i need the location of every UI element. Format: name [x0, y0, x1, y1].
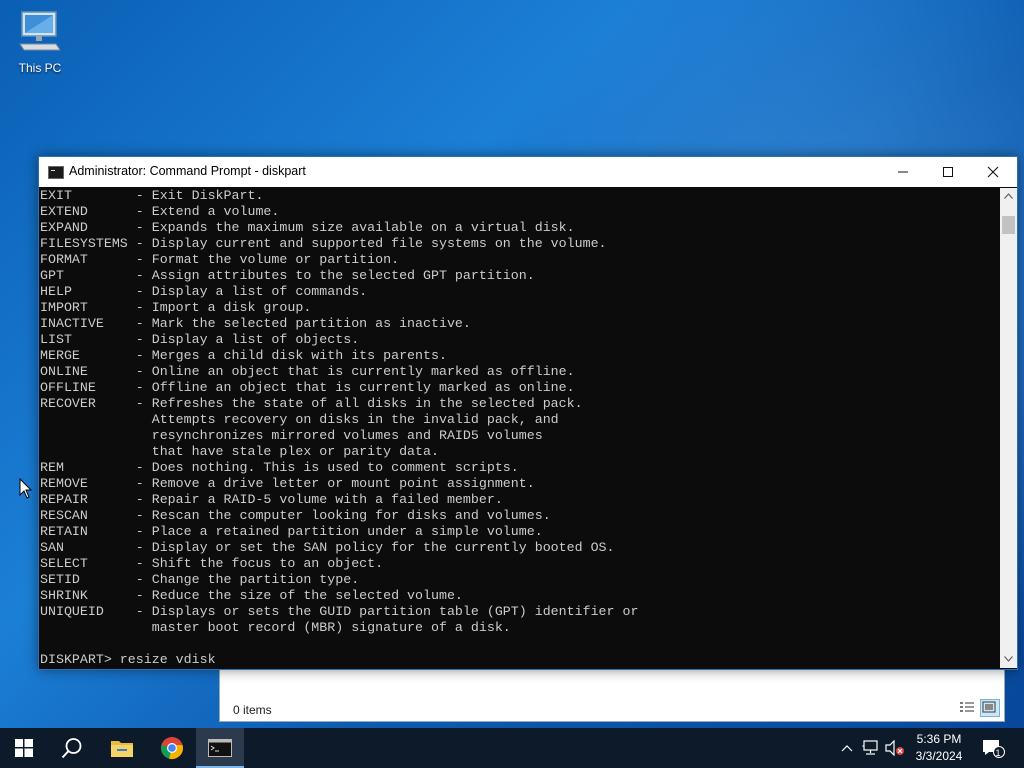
terminal-line: resynchronizes mirrored volumes and RAID… [40, 428, 543, 443]
notification-count-badge: 1 [995, 748, 1001, 758]
explorer-status-text: 0 items [233, 703, 272, 717]
volume-button[interactable] [884, 728, 906, 768]
terminal-line: HELP - Display a list of commands. [40, 284, 368, 299]
terminal-output[interactable]: EXIT - Exit DiskPart. EXTEND - Extend a v… [40, 188, 998, 668]
terminal-line: UNIQUEID - Displays or sets the GUID par… [40, 604, 639, 619]
close-icon [987, 166, 999, 178]
chrome-button[interactable] [148, 728, 196, 768]
terminal-line: Attempts recovery on disks in the invali… [40, 412, 559, 427]
taskbar: 5:36 PM 3/3/2024 1 [0, 728, 1024, 768]
windows-logo-icon [15, 739, 33, 757]
arrow-cursor-icon [19, 477, 33, 499]
terminal-line: FORMAT - Format the volume or partition. [40, 252, 400, 267]
command-prompt-line: DISKPART> resize vdisk [40, 652, 216, 667]
window-titlebar[interactable]: Administrator: Command Prompt - diskpart [39, 157, 1017, 187]
terminal-line: EXTEND - Extend a volume. [40, 204, 280, 219]
terminal-line: RESCAN - Rescan the computer looking for… [40, 508, 551, 523]
clock-time: 5:36 PM [916, 732, 962, 746]
window-title: Administrator: Command Prompt - diskpart [69, 164, 306, 178]
chevron-up-icon [841, 745, 853, 752]
terminal-line: SAN - Display or set the SAN policy for … [40, 540, 615, 555]
taskbar-clock[interactable]: 5:36 PM 3/3/2024 [908, 731, 970, 765]
file-explorer-button[interactable] [98, 728, 146, 768]
start-button[interactable] [0, 728, 48, 768]
scroll-down-button[interactable] [1000, 651, 1017, 668]
terminal-line: that have stale plex or parity data. [40, 444, 439, 459]
terminal-line: RECOVER - Refreshes the state of all dis… [40, 396, 583, 411]
search-button[interactable] [48, 728, 96, 768]
terminal-icon [208, 739, 232, 757]
clock-date: 3/3/2024 [915, 749, 963, 763]
terminal-line: IMPORT - Import a disk group. [40, 300, 312, 315]
desktop-icon-this-pc[interactable]: This PC [12, 8, 68, 75]
terminal-line: SHRINK - Reduce the size of the selected… [40, 588, 463, 603]
terminal-line: SETID - Change the partition type. [40, 572, 360, 587]
chevron-up-icon [1004, 193, 1013, 199]
large-icons-view-button[interactable] [980, 699, 1000, 717]
vertical-scrollbar[interactable] [1000, 188, 1017, 668]
large-icons-view-icon [982, 701, 996, 713]
computer-icon [19, 11, 61, 51]
terminal-line: REMOVE - Remove a drive letter or mount … [40, 476, 535, 491]
mouse-cursor [19, 477, 33, 505]
close-button[interactable] [970, 157, 1016, 187]
terminal-line: REPAIR - Repair a RAID-5 volume with a f… [40, 492, 503, 507]
minimize-icon [898, 171, 908, 173]
terminal-line: FILESYSTEMS - Display current and suppor… [40, 236, 607, 251]
speaker-muted-icon [885, 740, 904, 756]
terminal-text: EXIT - Exit DiskPart. EXTEND - Extend a v… [40, 188, 998, 668]
search-icon [61, 738, 82, 759]
command-prompt-window[interactable]: Administrator: Command Prompt - diskpart… [38, 156, 1018, 670]
terminal-line: RETAIN - Place a retained partition unde… [40, 524, 543, 539]
details-view-icon [960, 702, 974, 712]
maximize-button[interactable] [925, 157, 971, 187]
file-explorer-window[interactable]: 0 items [219, 664, 1005, 722]
terminal-line: REM - Does nothing. This is used to comm… [40, 460, 519, 475]
maximize-icon [943, 167, 953, 177]
chrome-icon [161, 737, 183, 759]
minimize-button[interactable] [880, 157, 926, 187]
terminal-line: OFFLINE - Offline an object that is curr… [40, 380, 575, 395]
chevron-down-icon [1004, 656, 1013, 662]
terminal-line: master boot record (MBR) signature of a … [40, 620, 511, 635]
cmd-app-icon [48, 166, 64, 179]
scroll-up-button[interactable] [1000, 188, 1017, 205]
network-status-button[interactable] [860, 728, 882, 768]
desktop-icon-label: This PC [18, 61, 62, 75]
folder-icon [111, 741, 133, 757]
details-view-button[interactable] [958, 699, 976, 715]
network-icon [862, 740, 878, 755]
scrollbar-thumb[interactable] [1002, 216, 1015, 234]
terminal-line: EXPAND - Expands the maximum size availa… [40, 220, 575, 235]
terminal-line: GPT - Assign attributes to the selected … [40, 268, 535, 283]
terminal-line: INACTIVE - Mark the selected partition a… [40, 316, 471, 331]
show-hidden-icons-button[interactable] [838, 728, 856, 768]
terminal-line: ONLINE - Online an object that is curren… [40, 364, 575, 379]
command-prompt-taskbar-button[interactable] [196, 728, 244, 768]
terminal-line: LIST - Display a list of objects. [40, 332, 360, 347]
terminal-line: MERGE - Merges a child disk with its par… [40, 348, 447, 363]
terminal-line: EXIT - Exit DiskPart. [40, 188, 264, 203]
terminal-line: SELECT - Shift the focus to an object. [40, 556, 384, 571]
action-center-button[interactable]: 1 [980, 728, 1006, 768]
